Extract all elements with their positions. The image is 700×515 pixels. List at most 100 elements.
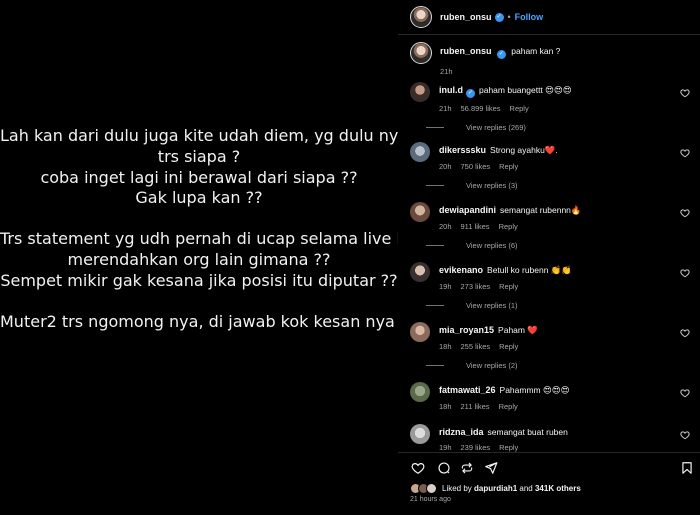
heart-icon[interactable] [411,461,425,475]
comment-body: dikersssku Strong ayahku❤️. 20h 750 likes Re… [439,142,679,171]
comment-time: 18h [439,342,452,351]
comment-likes[interactable]: 750 likes [461,162,491,171]
bookmark-icon[interactable] [680,461,694,475]
view-replies-label[interactable]: View replies (6) [466,241,518,250]
reply-button[interactable]: Reply [499,443,518,452]
post-text: Lah kan dari dulu juga kite udah diem, y… [0,126,473,332]
post-text-line: trs siapa ? [157,146,241,166]
comment-item: fatmawati_26 Pahammm 😍😍😍 18h 211 likes Reply [410,382,696,411]
commenter-username[interactable]: fatmawati_26 [439,385,496,395]
view-replies-label[interactable]: View replies (1) [466,301,518,310]
comment-text: Betull ko rubenn 👏👏 [487,265,572,275]
caption-text: paham kan ? [511,46,561,56]
commenter-username[interactable]: evikenano [439,265,483,275]
comment-text: Pahammm 😍😍😍 [499,385,570,395]
view-replies-button[interactable]: View replies (269) [426,123,696,132]
view-replies-button[interactable]: View replies (3) [426,181,696,190]
replies-line [426,127,444,128]
caption-avatar[interactable] [410,42,432,64]
comment-body: fatmawati_26 Pahammm 😍😍😍 18h 211 likes Reply [439,382,679,411]
post-text-line: merendahkan org lain gimana ?? [67,249,331,269]
comment-text: paham buangettt 😍😍😍 [479,85,572,95]
view-replies-label[interactable]: View replies (269) [466,123,526,132]
like-heart-icon[interactable] [680,430,690,440]
comment-item: mia_royan15 Paham ❤️ 18h 255 likes Reply View… [410,322,696,370]
likes-middle: and [519,484,533,493]
divider [398,34,700,35]
comment-text: Strong ayahku❤️. [490,145,558,155]
reply-button[interactable]: Reply [499,162,518,171]
reply-button[interactable]: Reply [499,342,518,351]
like-heart-icon[interactable] [680,208,690,218]
follow-button[interactable]: Follow [515,12,544,22]
comment-body: evikenano Betull ko rubenn 👏👏 19h 273 likes… [439,262,679,291]
comment-body: inul.d ✓ paham buangettt 😍😍😍 21h 56.899 like… [439,82,679,113]
comment-likes[interactable]: 56.899 likes [461,104,501,113]
liker-username[interactable]: dapurdiah1 [474,484,517,493]
post-text-line: coba inget lagi ini berawal dari siapa ?… [40,167,358,187]
comment-line: inul.d ✓ paham buangettt 😍😍😍 [439,85,679,98]
likes-count[interactable]: 341K others [535,484,581,493]
post-text-line: Muter2 trs ngomong nya, di jawab kok kes… [0,311,472,331]
reply-button[interactable]: Reply [499,402,518,411]
commenter-username[interactable]: ridzna_ida [439,427,484,437]
comment-likes[interactable]: 239 likes [461,443,491,452]
comment-line: dikersssku Strong ayahku❤️. [439,145,679,156]
repost-icon[interactable] [460,461,474,475]
view-replies-button[interactable]: View replies (6) [426,241,696,250]
commenter-avatar[interactable] [410,262,430,282]
commenter-username[interactable]: inul.d [439,85,463,95]
comment-meta: 18h 211 likes Reply [439,402,679,411]
comment-likes[interactable]: 273 likes [461,282,491,291]
post-text-line: Sempet mikir gak kesana jika posisi itu … [0,270,398,290]
comment-item: ridzna_ida semangat buat ruben 19h 239 like… [410,424,696,452]
view-replies-label[interactable]: View replies (2) [466,361,518,370]
comments-panel: ruben_onsu ✓ • Follow ruben_onsu ✓ paham… [398,0,700,515]
comment-time: 20h [439,222,452,231]
like-heart-icon[interactable] [680,328,690,338]
post-text-line: Gak lupa kan ?? [135,188,263,208]
post-text-line: Trs statement yg udh pernah di ucap sela… [0,229,472,249]
comment-likes[interactable]: 211 likes [461,402,490,411]
comment-icon[interactable] [437,461,451,475]
comment-time: 19h [439,443,452,452]
like-heart-icon[interactable] [680,388,690,398]
reply-button[interactable]: Reply [499,282,518,291]
commenter-username[interactable]: dikersssku [439,145,486,155]
comment-text: semangat rubennn🔥 [500,205,582,215]
comment-line: ridzna_ida semangat buat ruben [439,427,679,437]
commenter-avatar[interactable] [410,382,430,402]
comment-meta: 18h 255 likes Reply [439,342,679,351]
comment-meta: 20h 911 likes Reply [439,222,679,231]
comment-likes[interactable]: 911 likes [461,222,490,231]
view-replies-button[interactable]: View replies (2) [426,361,696,370]
comment-likes[interactable]: 255 likes [461,342,491,351]
comment-item: dewiapandini semangat rubennn🔥 20h 911 like… [410,202,696,250]
commenter-username[interactable]: mia_royan15 [439,325,494,335]
commenter-avatar[interactable] [410,424,430,444]
comment-time: 19h [439,282,452,291]
comment-time: 18h [439,402,452,411]
caption-username[interactable]: ruben_onsu [440,46,492,56]
commenter-avatar[interactable] [410,202,430,222]
commenter-avatar[interactable] [410,82,430,102]
verified-badge-icon: ✓ [494,12,504,22]
avatar[interactable] [410,6,432,28]
header-username[interactable]: ruben_onsu [440,12,492,22]
reply-button[interactable]: Reply [510,104,529,113]
post-text-line: Lah kan dari dulu juga kite udah diem, y… [0,126,473,145]
commenter-avatar[interactable] [410,142,430,162]
like-heart-icon[interactable] [680,88,690,98]
like-heart-icon[interactable] [680,148,690,158]
view-replies-button[interactable]: View replies (1) [426,301,696,310]
comment-time: 21h [439,104,452,113]
commenter-username[interactable]: dewiapandini [439,205,496,215]
comment-text: semangat buat ruben [487,427,568,437]
commenter-avatar[interactable] [410,322,430,342]
reply-button[interactable]: Reply [499,222,518,231]
like-heart-icon[interactable] [680,268,690,278]
share-icon[interactable] [484,461,498,475]
replies-line [426,245,444,246]
replies-line [426,305,444,306]
view-replies-label[interactable]: View replies (3) [466,181,518,190]
